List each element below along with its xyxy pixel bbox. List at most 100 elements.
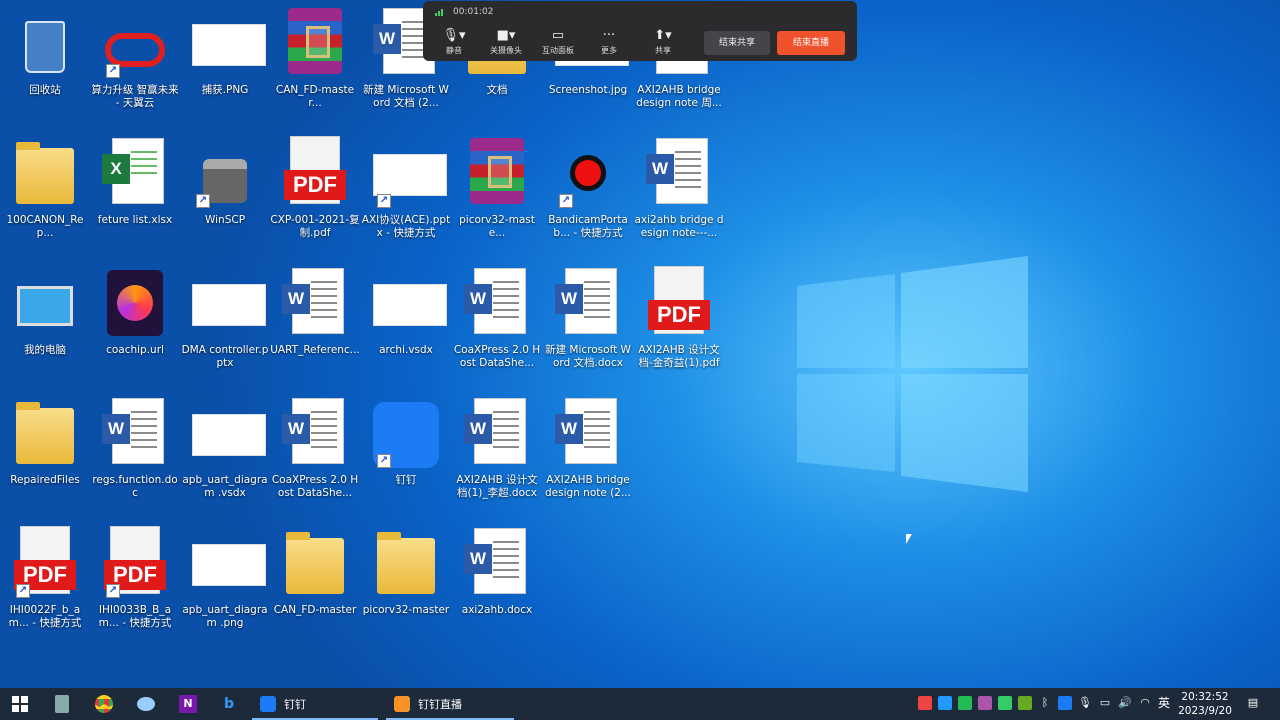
desktop-icon[interactable]: PDF AXI2AHB 设计文档-金奇益(1).pdf (634, 266, 724, 386)
desktop-icon[interactable]: CAN_FD-master (270, 526, 360, 646)
chrome-icon[interactable] (92, 692, 116, 716)
onenote-icon[interactable]: N (176, 692, 200, 716)
calculator-icon[interactable] (50, 692, 74, 716)
desktop-icon[interactable]: CAN_FD-master... (270, 6, 360, 126)
interaction-panel-button[interactable]: ▭ 互动面板 (533, 27, 583, 56)
taskbar-app-dingtalk-live[interactable]: 钉钉直播 (386, 688, 514, 720)
desktop-icon-label: IHI0033B_B_am... - 快捷方式 (98, 604, 172, 629)
desktop-icon[interactable]: ↗ BandicamPortab... - 快捷方式 (543, 136, 633, 256)
desktop-icon[interactable]: ↗ AXI协议(ACE).pptx - 快捷方式 (361, 136, 451, 256)
end-live-button[interactable]: 结束直播 (777, 31, 845, 55)
desktop-icon[interactable]: RepairedFiles (0, 396, 90, 516)
desktop-icon[interactable]: archi.vsdx (361, 266, 451, 386)
bluetooth-icon[interactable]: ᛒ (1038, 696, 1052, 710)
desktop-icon[interactable]: apb_uart_diagram .png (180, 526, 270, 646)
dingtalk-icon: ↗ (373, 396, 439, 470)
desktop-icon[interactable]: W CoaXPress 2.0 Host DataShe... (270, 396, 360, 516)
desktop-icon[interactable]: W AXI2AHB 设计文档(1)_李超.docx (452, 396, 542, 516)
desktop-icon[interactable]: W 新建 Microsoft Word 文档.docx (543, 266, 633, 386)
notification-icon[interactable]: ▤ (1246, 696, 1260, 710)
shortcut-arrow-icon: ↗ (559, 194, 573, 208)
desktop-icon-label: 算力升级 智赢未来 - 天翼云 (91, 84, 179, 109)
desktop-icon-label: CAN_FD-master... (275, 84, 355, 109)
thumb-icon (192, 396, 266, 470)
word-icon: W (555, 396, 621, 470)
desktop-icon-label: 钉钉 (395, 474, 417, 486)
clock[interactable]: 20:32:52 2023/9/20 (1176, 690, 1234, 718)
ime-indicator[interactable]: 英 (1157, 696, 1171, 710)
share-button[interactable]: ⬆▾ 共享 (638, 27, 688, 56)
desktop-icon-label: IHI0022F_b_am... - 快捷方式 (8, 604, 82, 629)
desktop-icon[interactable]: W AXI2AHB bridge design note (2... (543, 396, 633, 516)
pdf-icon: PDF ↗ (12, 526, 78, 600)
end-share-button[interactable]: 结束共享 (704, 31, 770, 55)
folder-icon (12, 396, 78, 470)
thumb-icon (192, 526, 266, 600)
cloud-icon: ↗ (102, 6, 168, 80)
desktop-icon[interactable]: DMA controller.pptx (180, 266, 270, 386)
desktop-icon[interactable]: PDF CXP-001-2021-复制.pdf (270, 136, 360, 256)
word-icon: W (464, 266, 530, 340)
tray-app-icon[interactable] (918, 696, 932, 710)
tray-dingtalk-icon[interactable] (1058, 696, 1072, 710)
taskbar-app-dingtalk[interactable]: 钉钉 (252, 688, 378, 720)
desktop-icon[interactable]: 回收站 (0, 6, 90, 126)
desktop-icon-label: CAN_FD-master (273, 604, 357, 616)
tray-app-icon[interactable] (978, 696, 992, 710)
microphone-icon: 🎙▾ (442, 28, 466, 43)
tray-shield-icon[interactable] (958, 696, 972, 710)
desktop-icon[interactable]: ↗ 钉钉 (361, 396, 451, 516)
taskbar: N b 钉钉 钉钉直播 ᛒ 🎙 ▭ 🔊 ◠ 英 20:32:52 2023/9/… (0, 688, 1280, 720)
wifi-icon[interactable]: ◠ (1138, 696, 1152, 710)
desktop-icon-label: regs.function.doc (92, 474, 178, 499)
desktop-icon-label: 100CANON_Rep... (6, 214, 84, 239)
thumb-icon (192, 6, 266, 80)
desktop-icon-label: axi2ahb.docx (461, 604, 533, 616)
tray-nvidia-icon[interactable] (1018, 696, 1032, 710)
tray-app-icon[interactable] (938, 696, 952, 710)
desktop-icon[interactable]: PDF ↗ IHI0022F_b_am... - 快捷方式 (0, 526, 90, 646)
desktop-icon-label: BandicamPortab... - 快捷方式 (548, 214, 628, 239)
desktop-icon[interactable]: W CoaXPress 2.0 Host DataShe... (452, 266, 542, 386)
desktop-icon[interactable]: picorv32-master (361, 526, 451, 646)
meeting-toolbar: 00:01:02 🎙▾ 静音 ■▾ 关摄像头 ▭ 互动面板 ··· 更多 ⬆▾ 共享 结束… (423, 1, 857, 61)
desktop-icon-label: AXI2AHB bridge design note (2... (545, 474, 631, 499)
mute-button[interactable]: 🎙▾ 静音 (429, 27, 479, 56)
tray-wechat-icon[interactable] (998, 696, 1012, 710)
desktop-icon[interactable]: PDF ↗ IHI0033B_B_am... - 快捷方式 (90, 526, 180, 646)
desktop-icon-label: DMA controller.pptx (181, 344, 269, 369)
desktop-icon[interactable]: 我的电脑 (0, 266, 90, 386)
start-button[interactable] (8, 692, 32, 716)
desktop-icon[interactable]: ↗ 算力升级 智赢未来 - 天翼云 (90, 6, 180, 126)
volume-icon[interactable]: 🔊 (1118, 696, 1132, 710)
desktop-icon[interactable]: apb_uart_diagram .vsdx (180, 396, 270, 516)
microphone-icon[interactable]: 🎙 (1078, 696, 1092, 710)
folder-icon (12, 136, 78, 210)
camera-button[interactable]: ■▾ 关摄像头 (481, 27, 531, 56)
folder-icon (373, 526, 439, 600)
chat-icon: ▭ (551, 28, 565, 43)
desktop-icon[interactable]: coachip.url (90, 266, 180, 386)
desktop-icon[interactable]: 捕获.PNG (180, 6, 270, 126)
paint-icon[interactable] (134, 692, 158, 716)
winscp-icon: ↗ (192, 136, 258, 210)
desktop-icon[interactable]: Waxi2ahb bridge design note---... (634, 136, 724, 256)
desktop-icon[interactable]: ↗ WinSCP (180, 136, 270, 256)
recycle-icon (12, 6, 78, 80)
rar-icon (464, 136, 530, 210)
desktop: 回收站 ↗ 算力升级 智赢未来 - 天翼云 捕获.PNG CAN_FD-master..… (0, 0, 1280, 688)
battery-icon[interactable]: ▭ (1098, 696, 1112, 710)
more-button[interactable]: ··· 更多 (584, 27, 634, 56)
thumb-icon: ↗ (373, 136, 447, 210)
bing-icon[interactable]: b (217, 692, 241, 716)
desktop-icon[interactable]: Wregs.function.doc (90, 396, 180, 516)
pdf-icon: PDF (646, 266, 712, 340)
desktop-icon[interactable]: Xfeture list.xlsx (90, 136, 180, 256)
desktop-icon[interactable]: 100CANON_Rep... (0, 136, 90, 256)
record-icon: ↗ (555, 136, 621, 210)
desktop-icon[interactable]: W UART_Referenc... (270, 266, 360, 386)
word-icon: W (102, 396, 168, 470)
rar-icon (282, 6, 348, 80)
desktop-icon[interactable]: Waxi2ahb.docx (452, 526, 542, 646)
desktop-icon[interactable]: picorv32-maste... (452, 136, 542, 256)
